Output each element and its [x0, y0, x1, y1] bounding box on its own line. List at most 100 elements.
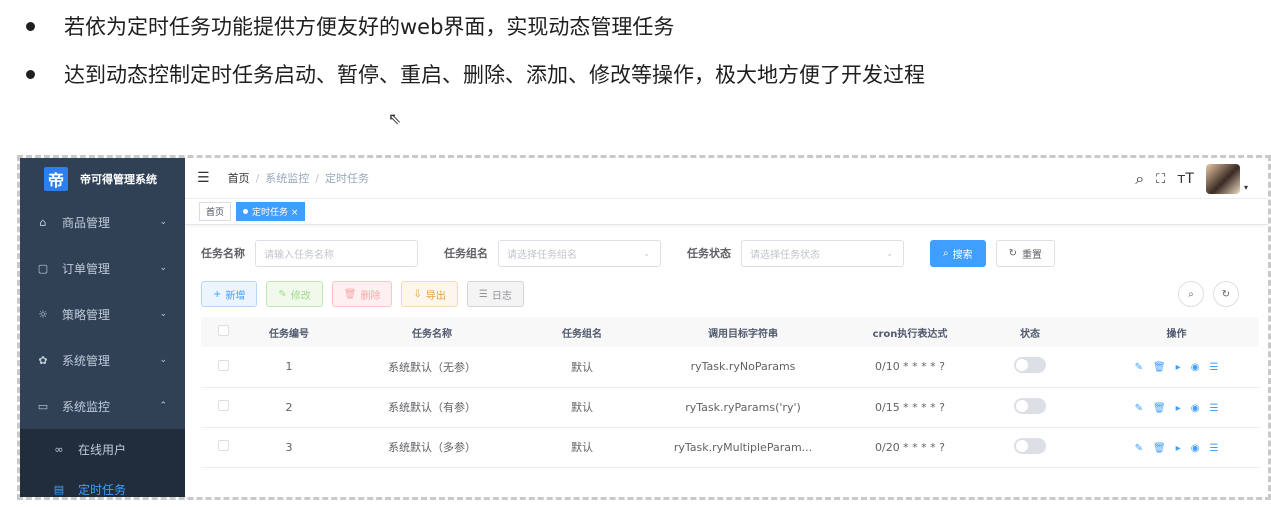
bullet-dot	[26, 21, 35, 31]
sidebar-item-label: 系统管理	[62, 353, 111, 368]
log-icon[interactable]: ☰	[1209, 403, 1218, 414]
column-header: 任务名称	[332, 317, 532, 347]
cell-id: 3	[246, 427, 332, 468]
button-label: 删除	[360, 290, 381, 302]
breadcrumb-separator: /	[255, 171, 260, 185]
chevron-down-icon: ⌄	[643, 248, 650, 258]
chevron-down-icon: ⌄	[159, 309, 167, 319]
status-switch[interactable]	[1014, 437, 1046, 454]
sidebar-item-product[interactable]: ⌂ 商品管理 ⌄	[20, 199, 185, 245]
button-label: 重置	[1022, 249, 1042, 261]
column-header: 调用目标字符串	[632, 317, 854, 347]
navbar: ☰ 首页 / 系统监控 / 定时任务 ⌕ ⛶ тT ▾	[185, 158, 1268, 199]
sidebar-item-job[interactable]: ▤ 定时任务	[20, 469, 185, 497]
run-icon[interactable]: ▸	[1176, 362, 1181, 373]
cell-cron: 0/10 * * * * ?	[854, 347, 966, 388]
search-form: 任务名称 请输入任务名称 任务组名 请选择任务组名 ⌄ 任务状态 请选择任务状态…	[201, 239, 1254, 267]
sidebar-item-monitor[interactable]: ▭ 系统监控 ⌃	[20, 383, 185, 429]
select-all-checkbox[interactable]	[201, 317, 246, 347]
font-size-icon[interactable]: тT	[1177, 171, 1194, 187]
hamburger-icon[interactable]: ☰	[197, 170, 210, 186]
job-group-select[interactable]: 请选择任务组名 ⌄	[498, 239, 661, 267]
table-row: 2 系统默认（有参） 默认 ryTask.ryParams('ry') 0/15…	[201, 387, 1259, 428]
checkbox-box	[218, 325, 229, 336]
cell-name: 系统默认（多参）	[332, 427, 532, 468]
run-icon[interactable]: ▸	[1176, 443, 1181, 454]
job-status-select[interactable]: 请选择任务状态 ⌄	[741, 239, 904, 267]
delete-button[interactable]: 🗑 删除	[331, 281, 393, 307]
row-checkbox[interactable]	[201, 427, 246, 468]
table-row: 3 系统默认（多参） 默认 ryTask.ryMultipleParam... …	[201, 427, 1259, 468]
column-header: 任务组名	[532, 317, 632, 347]
log-icon[interactable]: ☰	[1209, 362, 1218, 373]
job-status-label: 任务状态	[687, 247, 731, 260]
view-icon[interactable]: ◉	[1191, 362, 1200, 373]
row-checkbox[interactable]	[201, 387, 246, 428]
chevron-up-icon: ⌃	[159, 401, 167, 411]
sidebar-item-online-user[interactable]: ∞ 在线用户	[20, 429, 185, 469]
sidebar-item-system[interactable]: ✿ 系统管理 ⌄	[20, 337, 185, 383]
edit-icon[interactable]: ✎	[1135, 443, 1143, 454]
edit-icon[interactable]: ✎	[1135, 403, 1143, 414]
column-header: 操作	[1094, 317, 1259, 347]
add-button[interactable]: + 新增	[201, 281, 258, 307]
sidebar-item-label: 策略管理	[62, 307, 111, 322]
fullscreen-icon[interactable]: ⛶	[1156, 172, 1165, 187]
trash-icon[interactable]: 🗑	[1153, 443, 1166, 454]
avatar[interactable]	[1205, 164, 1240, 194]
gear-icon: ✿	[38, 353, 48, 367]
table-row: 1 系统默认（无参） 默认 ryTask.ryNoParams 0/10 * *…	[201, 347, 1259, 388]
breadcrumb: 首页 / 系统监控 / 定时任务	[228, 170, 369, 186]
export-button[interactable]: ⇩ 导出	[401, 281, 458, 307]
sidebar-logo[interactable]: 帝 帝可得管理系统	[20, 158, 185, 199]
trash-icon: 🗑	[343, 288, 357, 300]
reset-button[interactable]: ↻ 重置	[995, 239, 1055, 267]
button-label: 导出	[425, 290, 446, 302]
status-switch[interactable]	[1014, 357, 1046, 374]
run-icon[interactable]: ▸	[1176, 403, 1181, 414]
chevron-down-icon: ⌄	[159, 355, 167, 365]
sidebar-item-strategy[interactable]: ☼ 策略管理 ⌄	[20, 291, 185, 337]
breadcrumb-job: 定时任务	[325, 172, 369, 185]
view-icon[interactable]: ◉	[1191, 403, 1200, 414]
trash-icon[interactable]: 🗑	[1153, 403, 1166, 414]
cell-status	[966, 347, 1094, 388]
tag-home[interactable]: 首页	[199, 202, 232, 221]
bullet-dot	[26, 69, 35, 79]
plus-icon: +	[213, 288, 222, 300]
column-header: 任务编号	[246, 317, 332, 347]
status-switch[interactable]	[1014, 397, 1046, 414]
search-button[interactable]: ⌕ 搜索	[930, 239, 986, 267]
sidebar-item-order[interactable]: ▢ 订单管理 ⌄	[20, 245, 185, 291]
edit-button[interactable]: ✎ 修改	[266, 281, 323, 307]
refresh-icon[interactable]: ↻	[1213, 281, 1239, 307]
edit-icon[interactable]: ✎	[1135, 362, 1143, 373]
caret-down-icon[interactable]: ▾	[1244, 183, 1248, 192]
log-icon[interactable]: ☰	[1209, 443, 1218, 454]
view-icon[interactable]: ◉	[1191, 443, 1200, 454]
button-label: 日志	[491, 290, 512, 302]
cell-group: 默认	[532, 427, 632, 468]
toggle-search-icon[interactable]: ⌕	[1178, 281, 1204, 307]
breadcrumb-home[interactable]: 首页	[228, 170, 250, 186]
slide-bullet-1: 若依为定时任务功能提供方便友好的web界面，实现动态管理任务	[22, 11, 674, 41]
log-button[interactable]: ☰ 日志	[466, 281, 524, 307]
sidebar-item-label: 系统监控	[62, 399, 111, 414]
tag-job[interactable]: 定时任务 ×	[236, 202, 306, 221]
job-group-label: 任务组名	[444, 247, 488, 260]
trash-icon[interactable]: 🗑	[1153, 362, 1166, 373]
bulb-icon: ☼	[38, 307, 48, 321]
sidebar-item-label: 订单管理	[62, 261, 111, 276]
table-header-row: 任务编号 任务名称 任务组名 调用目标字符串 cron执行表达式 状态 操作	[201, 317, 1259, 347]
column-header: cron执行表达式	[854, 317, 966, 347]
refresh-icon: ↻	[1008, 247, 1017, 259]
column-header: 状态	[966, 317, 1094, 347]
job-name-input[interactable]: 请输入任务名称	[255, 239, 418, 267]
row-checkbox[interactable]	[201, 347, 246, 388]
sidebar-item-label: 商品管理	[62, 215, 111, 230]
checkbox-box	[218, 440, 229, 451]
search-icon[interactable]: ⌕	[1135, 169, 1144, 189]
cell-target: ryTask.ryParams('ry')	[632, 387, 854, 428]
search-icon: ⌕	[943, 247, 949, 259]
monitor-icon: ▭	[37, 399, 49, 413]
